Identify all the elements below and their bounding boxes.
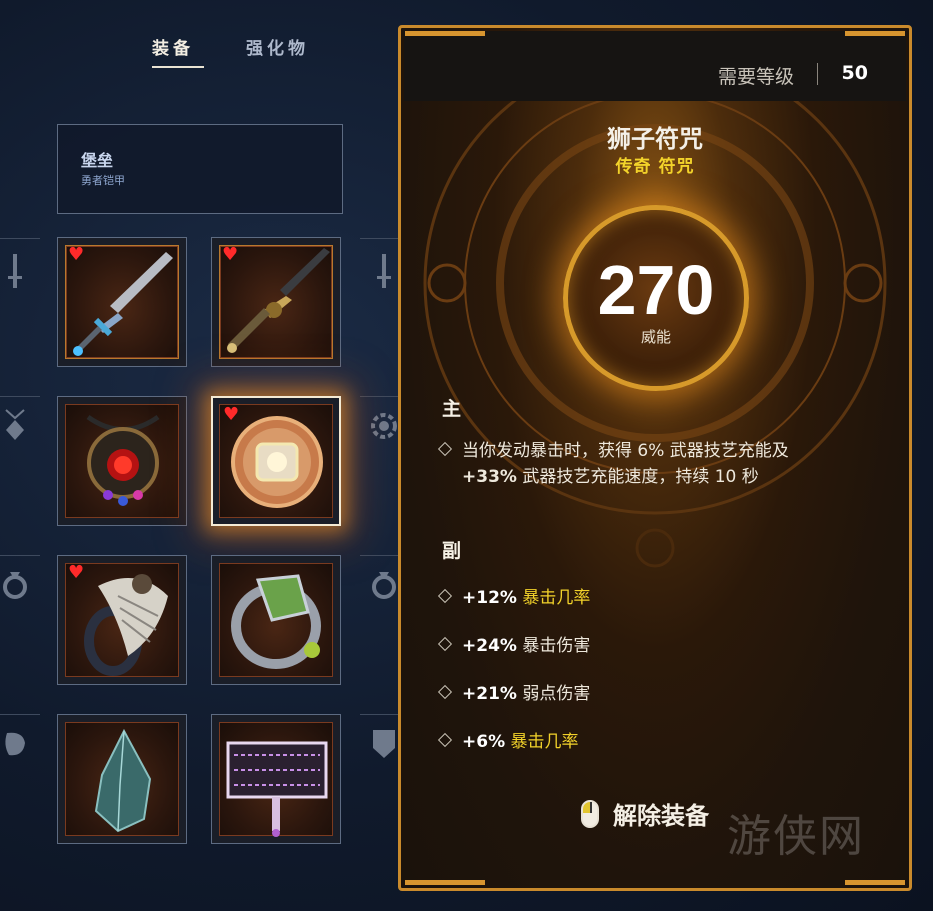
main-stat: 当你发动暴击时，获得 6% 武器技艺充能及 +33% 武器技艺充能速度，持续 1… [437,438,880,490]
equipment-slot-hammer[interactable] [211,714,341,844]
sub-stat-label: 暴击伤害 [522,636,591,656]
unequip-button[interactable]: 解除装备 [581,796,709,831]
power-badge: 270 威能 [563,205,749,391]
hammer-icon [226,741,328,837]
sub-stat: +6% 暴击几率 [437,727,579,752]
ring-icon [369,562,399,606]
sub-stat-title: 副 [442,540,462,562]
row-divider [360,714,400,715]
shard-icon [94,728,152,833]
gear-icon [369,404,399,448]
row-divider [0,396,40,397]
row-divider [0,555,40,556]
row-divider [360,555,400,556]
diamond-bullet-icon [437,636,453,652]
tooltip-header: 需要等级 50 [404,31,906,101]
mouse-left-click-icon [581,799,599,828]
active-tab-underline [152,66,204,68]
frame-corner-deco [405,31,485,36]
equipment-slot-shard[interactable] [57,714,187,844]
favorite-heart-icon: ♥ [223,404,240,425]
row-divider [0,714,40,715]
sub-stat-label: 弱点伤害 [522,684,591,704]
favorite-heart-icon: ♥ [222,244,239,265]
unequip-label: 解除装备 [613,802,709,830]
main-stat-title: 主 [442,398,462,420]
favorite-heart-icon: ♥ [68,244,85,265]
diamond-bullet-icon [437,588,453,604]
frame-corner-deco [845,880,905,885]
row-divider [0,238,40,239]
item-rarity: 传奇 符咒 [615,157,695,177]
offhand-icon [0,722,30,766]
sub-stat: +24% 暴击伤害 [437,631,591,656]
diamond-bullet-icon [437,441,453,457]
sub-stat-value: +6% [462,732,506,752]
power-value: 270 [597,251,715,329]
sub-stat-value: +24% [462,636,517,656]
diamond-bullet-icon [437,732,453,748]
watermark: 游侠网 [727,811,865,862]
sword-icon [369,250,399,294]
equipment-slot-weapon-2[interactable]: ♥ [211,237,341,367]
main-stat-value: +33% [462,467,517,487]
sub-stat-value: +21% [462,684,517,704]
sub-stat-value: +12% [462,588,517,608]
sub-stat: +21% 弱点伤害 [437,679,591,704]
header-separator [817,63,818,85]
favorite-heart-icon: ♥ [68,562,85,583]
power-label: 威能 [640,328,671,346]
tab-enhancements[interactable]: 强化物 [246,34,309,59]
required-level-label: 需要等级 [717,66,794,88]
frame-corner-deco [845,31,905,36]
main-stat-text: 当你发动暴击时，获得 6% 武器技艺充能及 [462,441,789,461]
sub-stat: +12% 暴击几率 [437,583,591,608]
required-level-value: 50 [841,62,868,84]
equipment-slot-weapon-1[interactable]: ♥ [57,237,187,367]
diamond-bullet-icon [437,684,453,700]
row-divider [360,238,400,239]
equipment-slot-charm[interactable]: ♥ [211,396,341,526]
amulet-icon [86,414,160,506]
equipment-slot-amulet[interactable] [57,396,187,526]
tab-equipment[interactable]: 装备 [152,34,194,59]
row-divider [360,396,400,397]
gem-ring-icon [231,574,321,669]
shield-icon [369,722,399,766]
item-name: 狮子符咒 [607,125,703,153]
sub-stat-label: 暴击几率 [522,588,591,608]
build-subtitle: 勇者铠甲 [81,174,125,187]
build-name: 堡垒 [81,151,114,170]
sub-stat-label: 暴击几率 [510,732,579,752]
item-tooltip: 需要等级 50 狮子符咒 传奇 符咒 270 威能 主 当你发动暴击时，获得 6… [398,25,912,891]
main-stat-text-2: 武器技艺充能速度，持续 10 秒 [516,467,759,487]
build-selector[interactable]: 堡垒 勇者铠甲 [57,124,343,214]
equipment-slot-ring-2[interactable] [211,555,341,685]
amulet-icon [0,404,30,448]
frame-corner-deco [405,880,485,885]
ring-icon [0,562,30,606]
sword-icon [0,250,30,294]
equipment-slot-ring-1[interactable]: ♥ [57,555,187,685]
